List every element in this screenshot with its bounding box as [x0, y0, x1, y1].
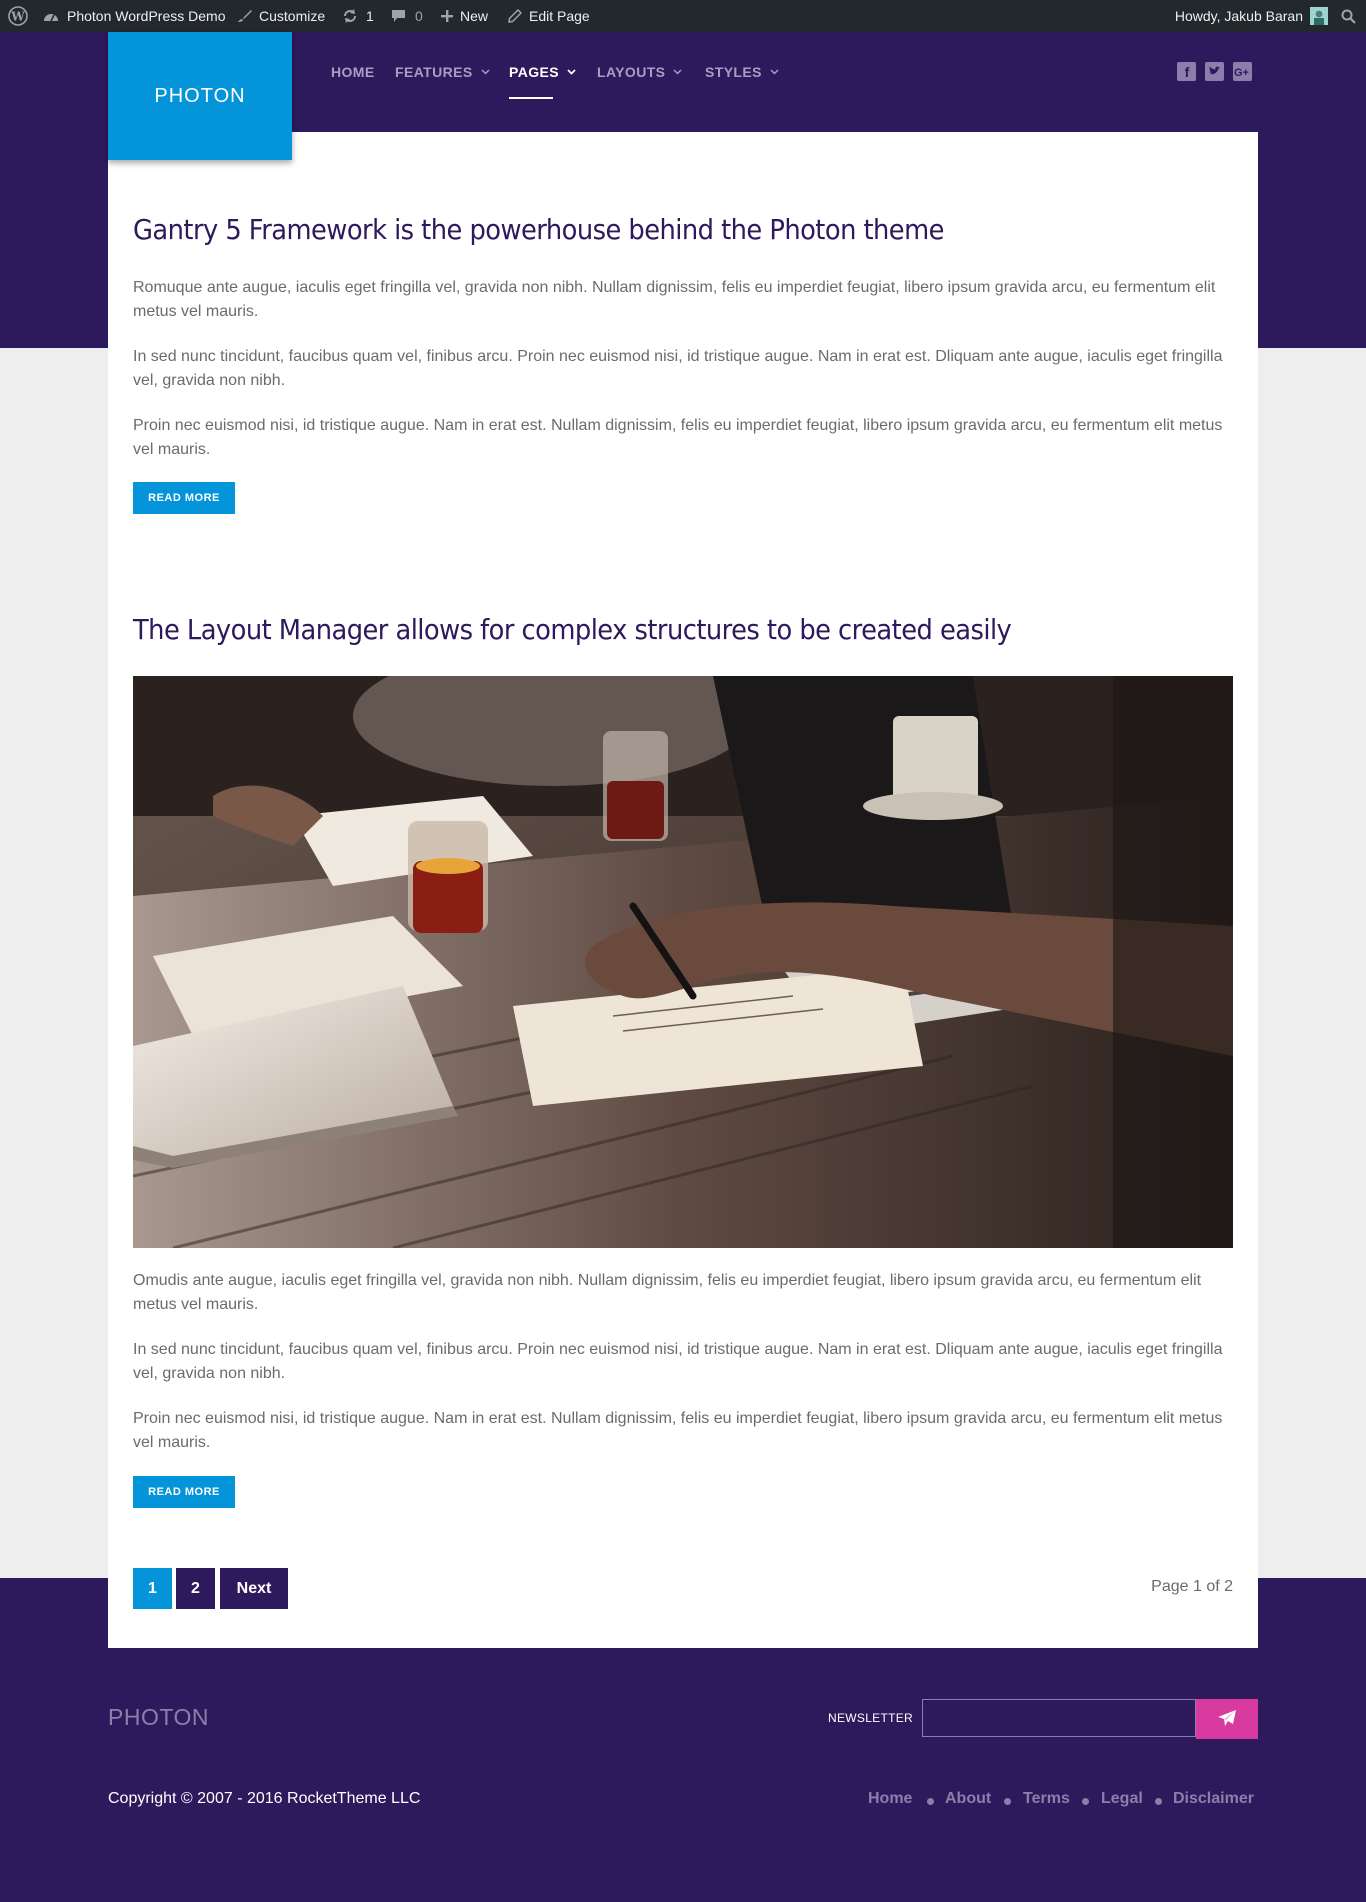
wordpress-logo-icon[interactable]: W	[8, 0, 28, 32]
footer-link-disclaimer[interactable]: Disclaimer	[1173, 1790, 1254, 1808]
workspace-photo	[133, 676, 1233, 1248]
newsletter-email-input[interactable]	[922, 1699, 1196, 1737]
post-paragraph: In sed nunc tincidunt, faucibus quam vel…	[133, 348, 1223, 389]
page-info: Page 1 of 2	[1151, 1578, 1233, 1595]
svg-text:W: W	[10, 10, 25, 24]
nav-item-styles[interactable]: STYLES	[705, 32, 779, 112]
active-nav-underline	[509, 97, 553, 99]
page-link-current[interactable]: 1	[133, 1568, 172, 1609]
dashboard-icon	[43, 9, 59, 23]
facebook-icon[interactable]: f	[1177, 62, 1196, 81]
next-page-link[interactable]: Next	[220, 1568, 288, 1609]
post-title[interactable]: The Layout Manager allows for complex st…	[133, 613, 1012, 646]
post-title[interactable]: Gantry 5 Framework is the powerhouse beh…	[133, 213, 944, 246]
footer-separator-dot	[1155, 1798, 1162, 1805]
post-paragraph: Proin nec euismod nisi, id tristique aug…	[133, 417, 1223, 458]
paper-plane-icon	[1217, 1709, 1237, 1730]
read-more-button[interactable]: READ MORE	[133, 482, 235, 514]
nav-label: PAGES	[509, 64, 559, 80]
google-plus-icon[interactable]: G+	[1233, 62, 1252, 81]
footer-link-terms[interactable]: Terms	[1023, 1790, 1070, 1808]
updates-count: 1	[366, 8, 374, 24]
nav-item-home[interactable]: HOME	[331, 32, 375, 112]
footer-link-legal[interactable]: Legal	[1101, 1790, 1143, 1808]
chevron-down-icon	[673, 67, 682, 78]
admin-search-icon[interactable]	[1341, 0, 1356, 32]
nav-item-pages[interactable]: PAGES	[509, 32, 576, 112]
avatar	[1310, 7, 1328, 25]
updates-link[interactable]: 1	[342, 0, 374, 32]
copyright-text: Copyright © 2007 - 2016 RocketTheme LLC	[108, 1790, 421, 1807]
footer-separator-dot	[1082, 1798, 1089, 1805]
comment-bubble-icon	[391, 9, 406, 23]
site-name-link[interactable]: Photon WordPress Demo	[43, 0, 225, 32]
footer-separator-dot	[1004, 1798, 1011, 1805]
nav-label: STYLES	[705, 64, 762, 80]
chevron-down-icon	[567, 67, 576, 78]
nav-item-layouts[interactable]: LAYOUTS	[597, 32, 682, 112]
post-paragraph: Omudis ante augue, iaculis eget fringill…	[133, 1272, 1202, 1313]
edit-page-link[interactable]: Edit Page	[508, 0, 590, 32]
site-logo[interactable]: PHOTON	[108, 32, 292, 160]
page-link[interactable]: 2	[176, 1568, 215, 1609]
howdy-label: Howdy, Jakub Baran	[1174, 8, 1303, 24]
edit-page-label: Edit Page	[529, 8, 590, 24]
new-content-link[interactable]: New	[440, 0, 488, 32]
nav-label: FEATURES	[395, 64, 473, 80]
svg-text:G+: G+	[1234, 67, 1249, 79]
footer-logo[interactable]: PHOTON	[108, 1704, 209, 1731]
new-label: New	[460, 8, 489, 24]
footer-separator-dot	[927, 1798, 934, 1805]
nav-label: HOME	[331, 64, 375, 80]
site-name-label: Photon WordPress Demo	[67, 8, 226, 24]
footer-link-home[interactable]: Home	[868, 1790, 912, 1808]
footer-link-about[interactable]: About	[945, 1790, 991, 1808]
post-paragraph: Proin nec euismod nisi, id tristique aug…	[133, 1410, 1223, 1451]
brush-icon	[238, 9, 252, 23]
newsletter-submit-button[interactable]	[1196, 1699, 1258, 1739]
comments-count: 0	[415, 8, 423, 24]
updates-icon	[342, 8, 358, 24]
customize-label: Customize	[259, 8, 326, 24]
twitter-icon[interactable]	[1205, 62, 1224, 81]
plus-icon	[440, 9, 454, 23]
nav-item-features[interactable]: FEATURES	[395, 32, 490, 112]
newsletter-label: NEWSLETTER	[828, 1711, 914, 1725]
admin-bar: W Photon WordPress Demo Customize 1 0 Ne…	[0, 0, 1366, 32]
comments-link[interactable]: 0	[391, 0, 423, 32]
post-paragraph: Romuque ante augue, iaculis eget fringil…	[133, 279, 1216, 320]
customize-link[interactable]: Customize	[238, 0, 325, 32]
nav-label: LAYOUTS	[597, 64, 666, 80]
chevron-down-icon	[481, 67, 490, 78]
post-featured-image[interactable]	[133, 676, 1233, 1248]
post-paragraph: In sed nunc tincidunt, faucibus quam vel…	[133, 1341, 1223, 1382]
read-more-button[interactable]: READ MORE	[133, 1476, 235, 1508]
user-account-menu[interactable]: Howdy, Jakub Baran	[1175, 0, 1328, 32]
pencil-icon	[508, 9, 522, 23]
svg-text:f: f	[1185, 64, 1190, 80]
chevron-down-icon	[770, 67, 779, 78]
